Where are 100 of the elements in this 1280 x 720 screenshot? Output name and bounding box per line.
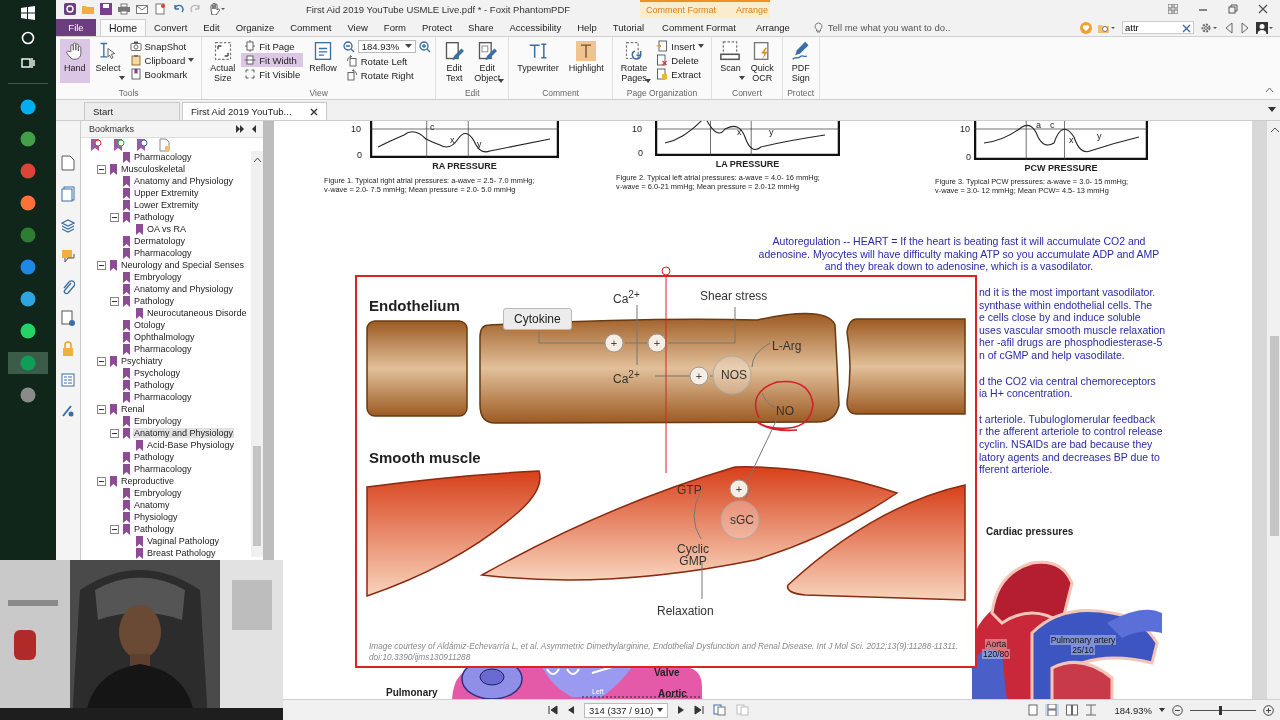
dropdown-arrow-icon[interactable] bbox=[1268, 107, 1276, 112]
collapse-toggle[interactable] bbox=[97, 476, 106, 486]
search-circle-icon[interactable] bbox=[21, 31, 35, 45]
ribbon-button[interactable]: Rotate Right bbox=[342, 68, 432, 82]
windows-logo-icon[interactable] bbox=[21, 6, 35, 20]
zoom-in-icon[interactable] bbox=[419, 40, 432, 53]
menu-tab[interactable]: File bbox=[56, 19, 96, 36]
rotation-handle[interactable] bbox=[661, 266, 671, 473]
bookmark-item[interactable]: Acid-Base Physiology bbox=[146, 440, 236, 450]
collapse-toggle[interactable] bbox=[110, 296, 119, 306]
close-icon[interactable] bbox=[309, 107, 318, 116]
close-icon[interactable] bbox=[1258, 4, 1268, 14]
ribbon-button[interactable]: Reflow bbox=[305, 39, 341, 83]
menu-tab[interactable]: Arrange bbox=[746, 19, 800, 36]
menu-tab[interactable]: Form bbox=[375, 19, 414, 36]
previous-icon[interactable] bbox=[1224, 21, 1234, 34]
ribbon-display-icon[interactable] bbox=[1168, 4, 1178, 14]
menu-tab[interactable]: Protect bbox=[414, 19, 461, 36]
envelope-icon[interactable] bbox=[136, 3, 148, 15]
zoom-out-icon[interactable] bbox=[342, 40, 355, 53]
bookmark-item[interactable]: Pharmacology bbox=[133, 248, 193, 258]
new-page-icon[interactable] bbox=[154, 3, 166, 15]
bookmark-item[interactable]: Physiology bbox=[133, 512, 179, 522]
bookmark-flag-icon[interactable] bbox=[89, 137, 103, 152]
document-tab[interactable]: First Aid 2019 YouTub... bbox=[182, 102, 327, 120]
undo-icon[interactable] bbox=[172, 3, 184, 15]
paperclip-icon[interactable] bbox=[61, 279, 75, 295]
collapse-toggle[interactable] bbox=[97, 260, 106, 270]
menu-tab[interactable]: Comment bbox=[282, 19, 340, 36]
scrollbar-thumb[interactable] bbox=[253, 446, 261, 546]
bookmark-item[interactable]: Embryology bbox=[133, 416, 183, 426]
restore-icon[interactable] bbox=[1228, 4, 1238, 14]
scrollbar-thumb[interactable] bbox=[1270, 336, 1279, 536]
menu-tab[interactable]: Help bbox=[569, 19, 605, 36]
bookmark-item[interactable]: Embryology bbox=[133, 488, 183, 498]
bookmark-flag-icon[interactable] bbox=[112, 137, 126, 152]
bookmark-item[interactable]: Psychology bbox=[133, 368, 182, 378]
user-icon[interactable] bbox=[1256, 21, 1274, 34]
zoom-in-icon[interactable] bbox=[1263, 704, 1274, 716]
collapse-toggle[interactable] bbox=[110, 428, 119, 438]
collapse-toggle[interactable] bbox=[110, 524, 119, 534]
bookmark-item[interactable]: Pharmacology bbox=[133, 392, 193, 402]
bookmark-item[interactable]: Embryology bbox=[133, 272, 183, 282]
bookmark-item[interactable]: Pathology bbox=[133, 452, 176, 462]
scroll-up-icon[interactable] bbox=[1270, 127, 1279, 132]
menu-tab[interactable]: Comment Format bbox=[652, 19, 746, 36]
last-page-icon[interactable] bbox=[694, 705, 705, 715]
ribbon-button[interactable]: Edit Object bbox=[470, 39, 505, 86]
collapse-toggle[interactable] bbox=[97, 404, 106, 414]
zoom-out-icon[interactable] bbox=[1172, 704, 1183, 716]
bookmark-item[interactable]: Vaginal Pathology bbox=[146, 536, 220, 546]
collapse-toggle[interactable] bbox=[110, 212, 119, 222]
ribbon-button[interactable]: Fit Width bbox=[241, 53, 304, 67]
bookmark-item[interactable]: Pathology bbox=[133, 524, 176, 534]
clear-icon[interactable] bbox=[1182, 24, 1191, 33]
ribbon-button[interactable]: Clipboard bbox=[126, 53, 198, 67]
bookmark-item[interactable]: Ophthalmology bbox=[133, 332, 196, 342]
bookmark-item[interactable]: Neurology and Special Senses bbox=[120, 260, 246, 270]
tell-me-field[interactable]: Tell me what you want to do.. bbox=[827, 22, 1028, 33]
bookmark-item[interactable]: Pharmacology bbox=[133, 344, 193, 354]
page-number-field[interactable]: 314 (337 / 910) bbox=[584, 702, 669, 718]
bookmark-item[interactable]: Renal bbox=[120, 404, 146, 414]
menu-tab[interactable]: Accessibility bbox=[501, 19, 570, 36]
bookmark-item[interactable]: Dermatology bbox=[133, 236, 187, 246]
menu-tab[interactable]: View bbox=[339, 19, 376, 36]
zoom-field[interactable]: 184.93% bbox=[357, 40, 417, 53]
dropdown-arrow-icon[interactable] bbox=[657, 708, 664, 712]
certificate-icon[interactable] bbox=[61, 403, 75, 419]
ribbon-button[interactable]: Quick OCR bbox=[746, 39, 778, 86]
bookmark-item[interactable]: Pathology bbox=[133, 380, 176, 390]
slider-thumb[interactable] bbox=[1218, 705, 1222, 715]
dropdown-arrow-icon[interactable] bbox=[405, 44, 413, 49]
menu-tab[interactable]: Organize bbox=[227, 19, 283, 36]
ribbon-button[interactable]: Delete bbox=[653, 53, 708, 67]
collapse-panel-icon[interactable] bbox=[251, 125, 257, 133]
ribbon-button[interactable]: Extract bbox=[653, 67, 708, 81]
search-field[interactable]: attr bbox=[1122, 21, 1194, 34]
page-icon[interactable] bbox=[61, 155, 75, 171]
bookmark-item[interactable]: Anatomy and Physiology bbox=[133, 284, 235, 294]
bookmark-item[interactable]: Musculoskeletal bbox=[120, 164, 187, 174]
ribbon-button[interactable]: Insert bbox=[653, 39, 708, 53]
ribbon-button[interactable]: Select bbox=[91, 39, 125, 83]
scrollbar[interactable] bbox=[251, 151, 263, 557]
settings-icon[interactable] bbox=[1200, 21, 1218, 34]
pages-icon[interactable] bbox=[713, 704, 728, 716]
menu-tab[interactable]: Edit bbox=[195, 19, 228, 36]
bookmark-item[interactable]: Otology bbox=[133, 320, 167, 330]
ribbon-button[interactable]: PDF Sign bbox=[786, 39, 815, 86]
next-page-icon[interactable] bbox=[677, 705, 686, 715]
bookmark-item[interactable]: OA vs RA bbox=[146, 224, 187, 234]
previous-page-icon[interactable] bbox=[567, 705, 575, 715]
menu-tab[interactable]: Share bbox=[460, 19, 502, 36]
comment-icon[interactable] bbox=[61, 248, 75, 264]
continuous-page-icon[interactable] bbox=[1045, 704, 1060, 716]
dropdown-arrow-icon[interactable] bbox=[1159, 708, 1165, 712]
ribbon-button[interactable]: Scan bbox=[716, 39, 745, 83]
bookmark-item[interactable]: Breast Pathology bbox=[146, 548, 217, 558]
collapse-toggle[interactable] bbox=[97, 164, 106, 174]
bookmark-item[interactable]: Upper Extremity bbox=[133, 188, 200, 198]
facing-pages-icon[interactable] bbox=[1066, 704, 1079, 716]
